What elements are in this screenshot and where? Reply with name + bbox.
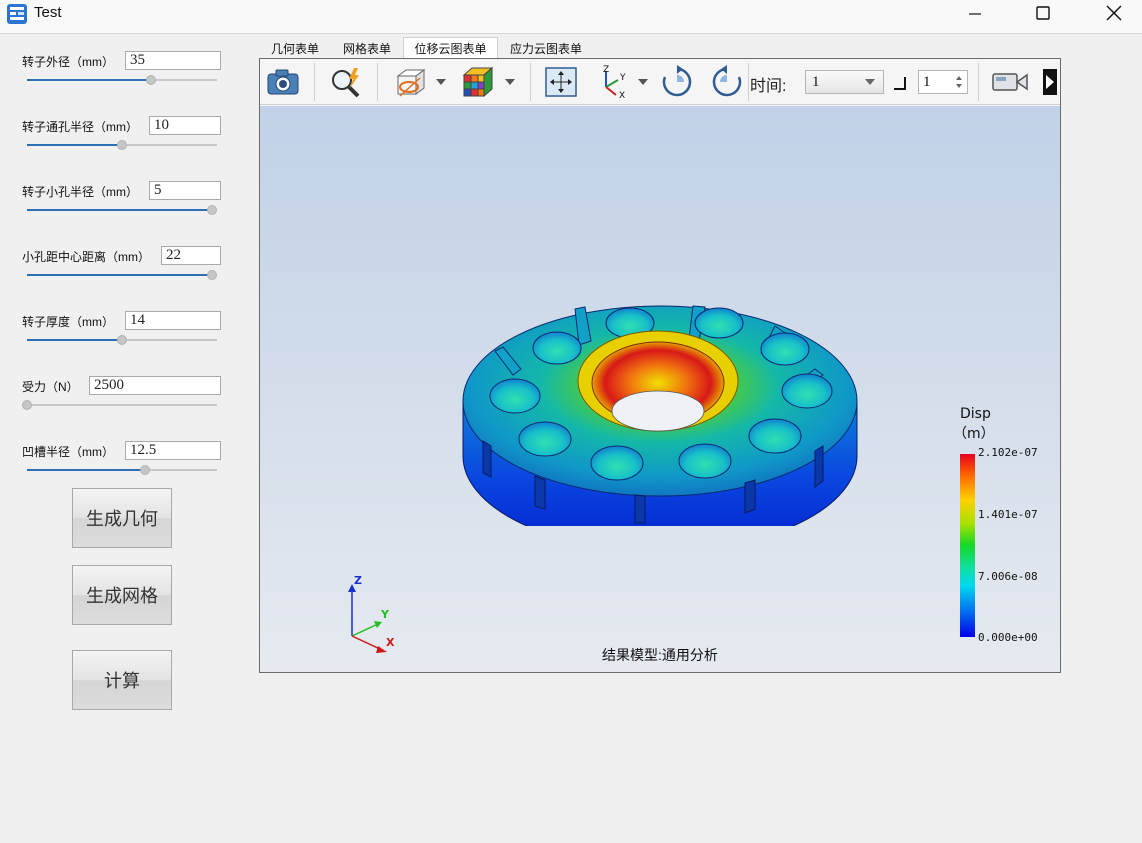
time-select[interactable]: 1 [805, 70, 884, 94]
rotate-counterclockwise-icon [712, 65, 742, 97]
outer-diameter-slider[interactable] [27, 75, 217, 85]
display-mode-dropdown-icon[interactable] [505, 79, 515, 85]
chevron-right-icon [1043, 69, 1057, 95]
legend-tick-high: 1.401e-07 [978, 508, 1038, 521]
param-label-hole-center-distance: 小孔距中心距离（mm） [22, 250, 150, 264]
through-hole-radius-slider[interactable] [27, 140, 217, 150]
minimize-button[interactable] [952, 0, 998, 26]
close-icon [1106, 5, 1122, 21]
param-label-outer-diameter: 转子外径（mm） [22, 55, 114, 69]
axis-y-label: Y [380, 608, 390, 621]
thickness-slider[interactable] [27, 335, 217, 345]
param-label-thickness: 转子厚度（mm） [22, 315, 114, 329]
rotate-clockwise-icon [662, 65, 692, 97]
close-button[interactable] [1091, 0, 1137, 26]
svg-text:Y: Y [619, 73, 626, 83]
param-label-groove-radius: 凹槽半径（mm） [22, 445, 114, 459]
color-scale-bar [960, 454, 975, 637]
time-select-value: 1 [812, 74, 820, 90]
through-hole-radius-input[interactable]: 10 [149, 116, 221, 135]
tab-displacement[interactable]: 位移云图表单 [403, 37, 498, 59]
legend-unit: （m） [953, 426, 995, 442]
force-slider[interactable] [22, 400, 217, 410]
hole-center-distance-slider[interactable] [27, 270, 217, 280]
tab-geometry[interactable]: 几何表单 [262, 37, 328, 59]
title-bar: Test [0, 0, 1142, 34]
thickness-input[interactable]: 14 [125, 311, 221, 330]
force-input[interactable]: 2500 [89, 376, 221, 395]
maximize-button[interactable] [1020, 0, 1066, 26]
param-label-small-hole-radius: 转子小孔半径（mm） [22, 185, 138, 199]
screenshot-button[interactable] [264, 65, 302, 99]
xyz-axes-icon: Z Y X [603, 65, 626, 99]
legend-tick-min: 0.000e+00 [978, 631, 1038, 644]
color-cube-icon [462, 66, 494, 98]
legend-title: Disp [960, 406, 991, 422]
small-hole-radius-input[interactable]: 5 [149, 181, 221, 200]
spin-up-icon[interactable] [956, 76, 962, 80]
tab-mesh[interactable]: 网格表单 [334, 37, 400, 59]
axes-triad: Z Y X [348, 576, 395, 653]
legend-tick-mid: 7.006e-08 [978, 570, 1038, 583]
window-title: Test [34, 4, 62, 21]
step-spinbox[interactable]: 1 [918, 70, 968, 94]
viewer-toolbar: Z Y X 时间: 1 1 [260, 59, 1060, 105]
minimize-icon [969, 13, 981, 15]
display-mode-button[interactable] [458, 65, 498, 99]
time-label: 时间: [750, 78, 787, 95]
3d-canvas[interactable]: Z Y X Disp （m） 2.102e-07 1.401e-07 7.006… [260, 106, 1060, 672]
cube-section-icon [396, 69, 426, 97]
groove-radius-slider[interactable] [27, 465, 217, 475]
video-camera-icon [992, 73, 1028, 91]
rotate-ccw-button[interactable] [708, 65, 746, 99]
generate-mesh-button[interactable]: 生成网格 [72, 565, 172, 625]
groove-radius-input[interactable]: 12.5 [125, 441, 221, 460]
camera-icon [267, 69, 299, 95]
spin-down-icon[interactable] [956, 84, 962, 88]
fit-view-icon [545, 67, 577, 97]
tab-stress[interactable]: 应力云图表单 [503, 37, 589, 59]
app-icon [7, 4, 27, 24]
result-model-caption: 结果模型:通用分析 [602, 647, 718, 663]
chevron-down-icon [865, 79, 875, 85]
more-tools-button[interactable] [1040, 65, 1060, 99]
section-dropdown-icon[interactable] [436, 79, 446, 85]
legend-tick-max: 2.102e-07 [978, 446, 1038, 459]
axis-z-label: Z [354, 576, 362, 587]
rotor-displacement-model [462, 305, 858, 526]
outer-diameter-input[interactable]: 35 [125, 51, 221, 70]
magnifier-lightning-icon [332, 68, 360, 98]
generate-geometry-button[interactable]: 生成几何 [72, 488, 172, 548]
fit-view-button[interactable] [542, 65, 580, 99]
view-orientation-button[interactable]: Z Y X [594, 65, 632, 99]
compute-button[interactable]: 计算 [72, 650, 172, 710]
param-label-through-hole-radius: 转子通孔半径（mm） [22, 120, 138, 134]
svg-text:X: X [619, 91, 625, 99]
step-spinbox-value: 1 [923, 74, 931, 90]
param-label-force: 受力（N） [22, 380, 79, 394]
record-animation-button[interactable] [988, 65, 1032, 99]
orientation-dropdown-icon[interactable] [638, 79, 648, 85]
result-viewer: Z Y X 时间: 1 1 Z Y X Disp （m） 2.102e-07 1… [259, 58, 1061, 673]
maximize-icon [1036, 6, 1050, 20]
svg-text:Z: Z [603, 65, 609, 75]
section-view-button[interactable] [390, 65, 430, 99]
hole-center-distance-input[interactable]: 22 [161, 246, 221, 265]
zoom-button[interactable] [326, 65, 366, 99]
step-corner-icon [894, 77, 906, 90]
small-hole-radius-slider[interactable] [27, 205, 217, 215]
rotate-cw-button[interactable] [658, 65, 696, 99]
